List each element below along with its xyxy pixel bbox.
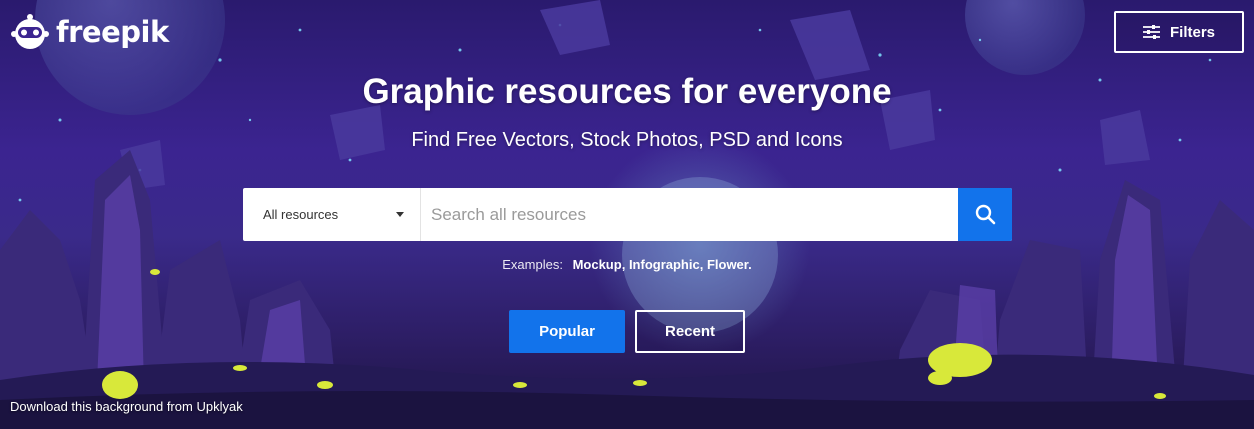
hero-banner: freepik Filters Graphic resources for ev… [0,0,1254,429]
popular-button[interactable]: Popular [509,310,625,353]
search-examples: Examples: Mockup, Infographic, Flower. [0,257,1254,272]
sliders-icon [1142,25,1160,39]
page-subtitle: Find Free Vectors, Stock Photos, PSD and… [411,129,843,151]
credit-author-link[interactable]: Upklyak [196,399,242,414]
search-button[interactable] [958,188,1012,241]
search-bar: All resources [243,188,1012,241]
resource-type-value: All resources [263,207,339,222]
recent-button[interactable]: Recent [635,310,745,353]
caret-down-icon [396,212,404,217]
search-input[interactable] [421,188,958,241]
brand-name: freepik [56,15,169,49]
freepik-mascot-icon [11,14,49,49]
credit-text: Download this background from [10,399,193,414]
page-title: Graphic resources for everyone [362,72,892,111]
freepik-logo[interactable]: freepik [10,12,169,52]
background-credit: Download this background from Upklyak [10,399,243,414]
sort-buttons: Popular Recent [509,310,745,353]
example-link-flower[interactable]: Flower. [707,257,752,272]
filters-label: Filters [1169,23,1215,41]
examples-label: Examples: [502,257,563,272]
filters-button[interactable]: Filters [1114,11,1244,53]
example-link-infographic[interactable]: Infographic, [629,257,703,272]
magnifier-icon [975,204,995,225]
example-link-mockup[interactable]: Mockup, [573,257,626,272]
resource-type-select[interactable]: All resources [243,188,421,241]
